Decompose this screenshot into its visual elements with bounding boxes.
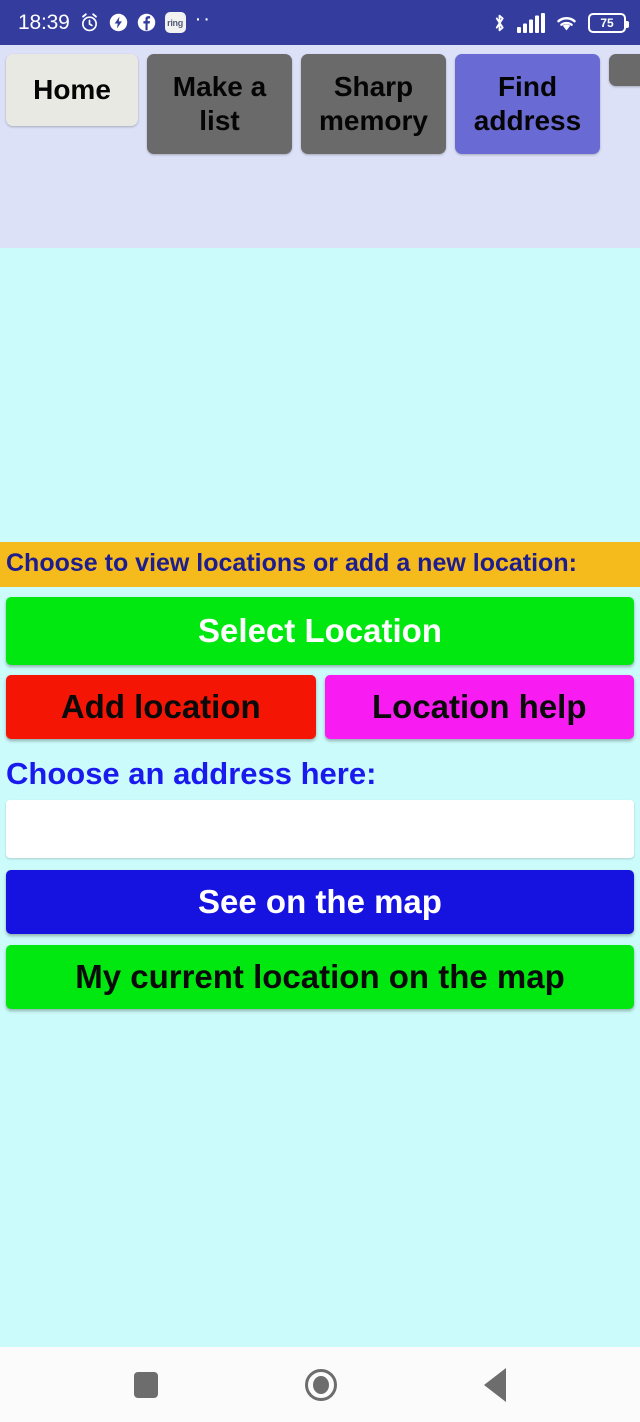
main-content: Choose to view locations or add a new lo… [0, 248, 640, 1347]
status-bar-right: 75 [491, 12, 629, 34]
status-time: 18:39 [18, 11, 70, 34]
instructions-banner: Choose to view locations or add a new lo… [0, 542, 640, 587]
location-help-button[interactable]: Location help [324, 674, 634, 740]
address-label: Choose an address here: [6, 756, 377, 792]
ring-app-icon: ring [164, 12, 186, 33]
see-on-map-button[interactable]: See on the map [6, 869, 634, 935]
battery-level: 75 [600, 15, 614, 30]
recents-square-icon[interactable] [133, 1371, 158, 1398]
power-saver-bolt-icon [109, 13, 128, 32]
tab-find-address[interactable]: Find address [455, 54, 600, 155]
phone-screen: 18:39 ring ·· 75 Home Make a list Sharp … [0, 0, 640, 1422]
status-bar-left: 18:39 ring ·· [18, 8, 212, 34]
battery-icon: 75 [588, 12, 629, 33]
location-action-row: Add location Location help [6, 674, 634, 740]
tab-sharp-memory[interactable]: Sharp memory [301, 54, 446, 155]
address-input[interactable] [6, 799, 634, 858]
tab-make-a-list[interactable]: Make a list [147, 54, 292, 155]
current-location-on-map-button[interactable]: My current location on the map [6, 945, 634, 1010]
tab-bar[interactable]: Home Make a list Sharp memory Find addre… [0, 45, 640, 248]
status-bar: 18:39 ring ·· 75 [0, 0, 640, 45]
cellular-signal-icon [517, 12, 545, 33]
more-notifications-icon: ·· [194, 8, 212, 30]
tab-home[interactable]: Home [6, 54, 138, 127]
select-location-button[interactable]: Select Location [6, 596, 634, 665]
alarm-clock-icon [79, 12, 100, 33]
back-triangle-icon[interactable] [484, 1367, 507, 1402]
add-location-button[interactable]: Add location [6, 674, 316, 740]
home-circle-icon[interactable] [304, 1368, 337, 1401]
bluetooth-icon [491, 12, 508, 34]
tab-next-partial[interactable] [609, 54, 640, 86]
facebook-icon [137, 13, 156, 32]
wifi-icon [554, 12, 579, 33]
content-top-spacer [0, 248, 640, 542]
android-navigation-bar [0, 1347, 640, 1422]
